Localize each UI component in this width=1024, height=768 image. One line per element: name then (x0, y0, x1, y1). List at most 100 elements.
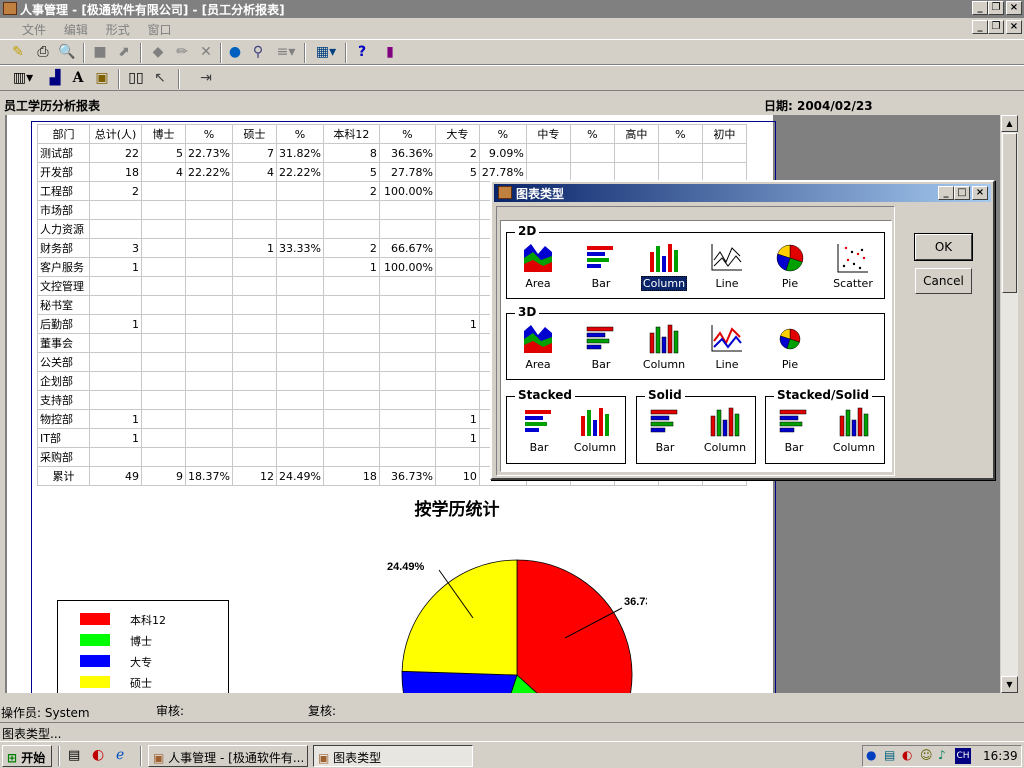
types2d-line-option[interactable]: Line (699, 242, 755, 290)
menu-file[interactable]: 文件 (0, 19, 53, 38)
table-cell: 22 (89, 143, 142, 163)
menu-edit[interactable]: 编辑 (57, 19, 95, 38)
table-cell: 100.00% (378, 257, 436, 277)
legend-swatch (80, 613, 110, 625)
font-icon[interactable]: A (68, 69, 88, 88)
image-icon[interactable]: ▣ (92, 69, 112, 88)
types3d-bar-option[interactable]: Bar (573, 323, 629, 371)
task-hr-management[interactable]: ▣ 人事管理 - [极通软件有... (148, 745, 308, 767)
pointer-icon[interactable]: ↖ (150, 69, 170, 88)
layout-icon[interactable]: ▦▾ (312, 43, 340, 62)
stackedsolid-column-option[interactable]: Column (826, 406, 882, 454)
legend-item: 本科12 (80, 613, 220, 627)
types2d-scatter-option[interactable]: Scatter (825, 242, 881, 290)
book-icon[interactable]: ▯▯ (126, 69, 146, 88)
vertical-scrollbar[interactable]: ▲ ▼ (1001, 115, 1018, 693)
ime-indicator[interactable]: CH (955, 748, 971, 764)
globe-icon[interactable]: ● (225, 43, 245, 62)
preview-icon[interactable]: 🔍 (57, 43, 77, 62)
area-chart-icon (524, 244, 552, 272)
task-chart-type[interactable]: ▣ 图表类型 (313, 745, 473, 767)
types3d-area-option[interactable]: Area (510, 323, 566, 371)
columns-icon[interactable]: ▥▾ (8, 69, 38, 88)
row-department: IT部 (37, 428, 90, 448)
app-icon (3, 2, 17, 15)
exit-icon[interactable]: ▮ (380, 43, 400, 62)
new-icon[interactable]: ✎ (8, 43, 28, 62)
row-department: 累计 (37, 466, 90, 486)
table-cell (141, 295, 186, 315)
print-icon[interactable]: ⎙ (33, 43, 53, 62)
table-cell (231, 276, 277, 296)
table-cell: 2 (322, 238, 380, 258)
menu-format[interactable]: 形式 (99, 19, 137, 38)
separator (345, 43, 347, 63)
edit-icon[interactable]: ✏ (172, 43, 192, 62)
close-icon[interactable]: × (1006, 1, 1022, 15)
table-cell (141, 314, 186, 334)
tray-app-icon[interactable]: ◐ (902, 748, 912, 762)
column-chart-icon (650, 244, 678, 272)
table-cell: 5 (322, 162, 380, 182)
dialog-close-icon[interactable]: × (972, 186, 988, 200)
ie-icon[interactable]: ℯ (116, 747, 124, 763)
types3d-pie-option[interactable]: Pie (762, 323, 818, 371)
separator (58, 746, 60, 766)
minimize-icon[interactable]: _ (972, 1, 988, 15)
start-button[interactable]: ⊞ 开始 (2, 745, 52, 767)
tray-user-icon[interactable]: ☺ (920, 748, 933, 762)
cut-icon[interactable]: ■ (90, 43, 110, 62)
tray-sound-icon[interactable]: ♪ (938, 748, 946, 762)
legend-label: 大专 (130, 656, 152, 669)
help-icon[interactable]: ? (352, 43, 372, 62)
table-cell (231, 352, 277, 372)
app-quicklaunch-icon[interactable]: ◐ (92, 747, 104, 763)
scroll-up-icon[interactable]: ▲ (1001, 115, 1018, 132)
solid-column-option[interactable]: Column (697, 406, 753, 454)
stacked-column-option[interactable]: Column (567, 406, 623, 454)
types3d-column-option[interactable]: Column (636, 323, 692, 371)
tray-shield-icon[interactable]: ● (866, 748, 876, 762)
child-minimize-icon[interactable]: _ (972, 20, 988, 34)
system-tray: ● ▤ ◐ ☺ ♪ CH 16:39 (862, 745, 1022, 767)
menu-window[interactable]: 窗口 (141, 19, 179, 38)
types2d-column-option[interactable]: Column (636, 242, 692, 291)
scroll-thumb[interactable] (1002, 133, 1017, 293)
types2d-bar-option[interactable]: Bar (573, 242, 629, 290)
row-department: 客户服务 (37, 257, 90, 277)
export-icon[interactable]: ⬈ (114, 43, 134, 62)
app-title-bar: 人事管理 - [极通软件有限公司] - [员工分析报表] (0, 0, 1024, 18)
types3d-line-option[interactable]: Line (699, 323, 755, 371)
cancel-button[interactable]: Cancel (915, 268, 972, 294)
ok-button[interactable]: OK (914, 233, 973, 261)
restore-icon[interactable]: ❐ (988, 1, 1004, 15)
separator (140, 43, 142, 63)
tag-icon[interactable]: ◆ (148, 43, 168, 62)
table-cell: 10 (434, 466, 480, 486)
chart-icon[interactable]: ▟ (45, 69, 65, 88)
table-cell: 18.37% (185, 466, 233, 486)
row-department: 财务部 (37, 238, 90, 258)
table-cell (141, 333, 186, 353)
tray-network-icon[interactable]: ▤ (884, 748, 895, 762)
solid-bar-option[interactable]: Bar (637, 406, 693, 454)
align-icon[interactable]: ≡▾ (272, 43, 300, 62)
scroll-down-icon[interactable]: ▼ (1001, 676, 1018, 693)
stacked-bar-option[interactable]: Bar (511, 406, 567, 454)
table-cell (275, 447, 324, 467)
desktop-icon[interactable]: ▤ (68, 748, 80, 763)
table-cell (434, 257, 480, 277)
stackedsolid-bar-option[interactable]: Bar (766, 406, 822, 454)
dialog-maximize-icon[interactable]: □ (954, 186, 970, 200)
dialog-minimize-icon[interactable]: _ (938, 186, 954, 200)
table-cell (322, 447, 380, 467)
child-restore-icon[interactable]: ❐ (988, 20, 1004, 34)
delete-icon[interactable]: ✕ (196, 43, 216, 62)
find-icon[interactable]: ⚲ (248, 43, 268, 62)
pie-chart: 36.73% 24.49% (387, 559, 647, 693)
table-cell (141, 219, 186, 239)
exit-door-icon[interactable]: ⇥ (196, 69, 216, 88)
types2d-pie-option[interactable]: Pie (762, 242, 818, 290)
types2d-area-option[interactable]: Area (510, 242, 566, 290)
child-close-icon[interactable]: × (1006, 20, 1022, 34)
